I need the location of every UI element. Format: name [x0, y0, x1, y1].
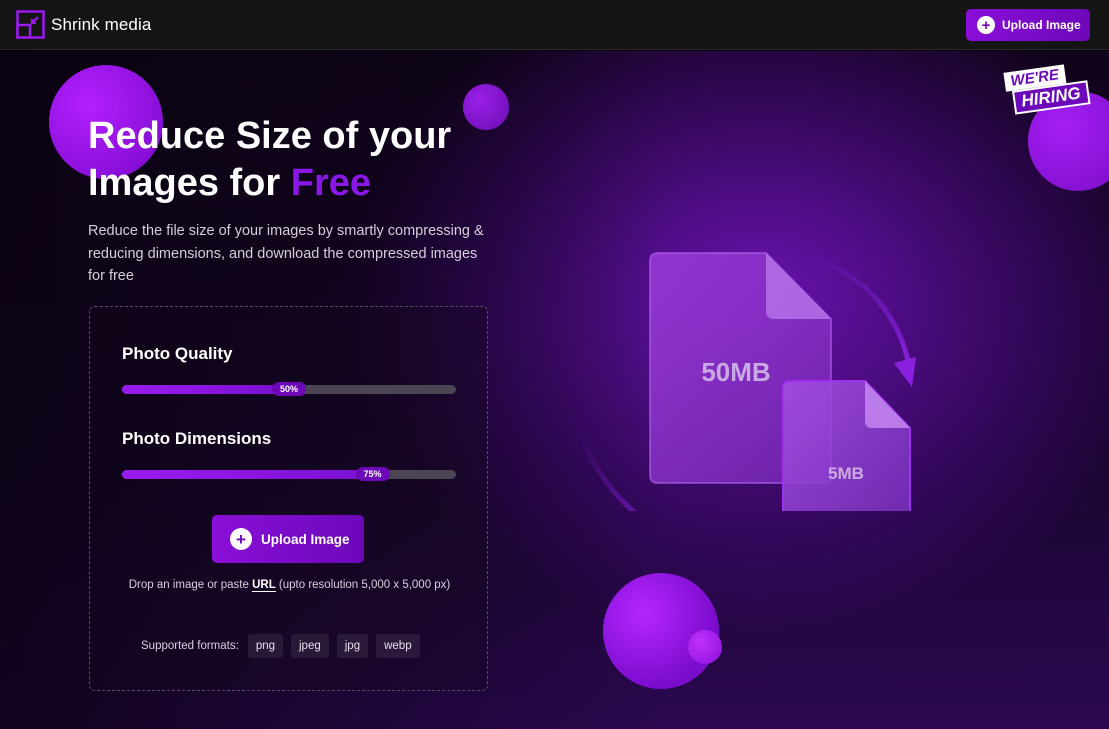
drop-instructions: Drop an image or paste URL (upto resolut…: [112, 574, 467, 596]
header-upload-button[interactable]: + Upload Image: [966, 9, 1090, 41]
drop-prefix: Drop an image or paste: [128, 579, 253, 591]
format-chip-jpg: jpg: [336, 634, 369, 658]
photo-dimensions-fill: [122, 470, 373, 479]
title-line2: Images for: [88, 162, 291, 204]
decorative-orb: [688, 630, 722, 664]
photo-quality-label: Photo Quality: [122, 344, 233, 363]
supported-formats: Supported formats: png jpeg jpg webp: [141, 634, 420, 658]
small-file-icon: [782, 380, 911, 511]
photo-quality-slider[interactable]: 50%: [122, 382, 456, 396]
title-accent: Free: [290, 162, 372, 204]
plus-icon: +: [977, 16, 995, 34]
photo-dimensions-label: Photo Dimensions: [122, 429, 272, 448]
large-file-label: 50MB: [701, 357, 770, 387]
page-title: Reduce Size of your Images for Free: [88, 113, 508, 207]
photo-quality-thumb[interactable]: 50%: [272, 382, 306, 396]
top-navigation-bar: Shrink media + Upload Image: [0, 0, 1109, 50]
logo-text: Shrink media: [51, 14, 152, 34]
title-line1: Reduce Size of your: [88, 115, 452, 157]
compression-settings-card: Photo Quality 50% Photo Dimensions 75% +…: [89, 306, 488, 691]
paste-url-link[interactable]: URL: [252, 579, 276, 592]
shrink-logo-icon: [16, 10, 45, 39]
small-file-label: 5MB: [828, 464, 864, 483]
compression-illustration: 50MB 5MB: [577, 250, 916, 511]
page-subtitle: Reduce the file size of your images by s…: [88, 223, 484, 284]
formats-label: Supported formats:: [141, 640, 239, 652]
logo[interactable]: Shrink media: [16, 10, 151, 39]
format-chip-webp: webp: [376, 634, 420, 658]
photo-dimensions-thumb[interactable]: 75%: [355, 467, 390, 481]
drop-suffix: (upto resolution 5,000 x 5,000 px): [275, 579, 451, 591]
photo-dimensions-slider[interactable]: 75%: [122, 467, 456, 481]
plus-icon: +: [230, 528, 252, 550]
format-chip-png: png: [247, 634, 283, 658]
header-upload-label: Upload Image: [1002, 18, 1081, 32]
upload-image-label: Upload Image: [261, 531, 350, 547]
hero-section: WE'RE HIRING Reduce Size of your Images …: [0, 51, 1109, 729]
upload-image-button[interactable]: + Upload Image: [212, 515, 364, 563]
format-chip-jpeg: jpeg: [291, 634, 329, 658]
photo-quality-fill: [122, 385, 289, 394]
